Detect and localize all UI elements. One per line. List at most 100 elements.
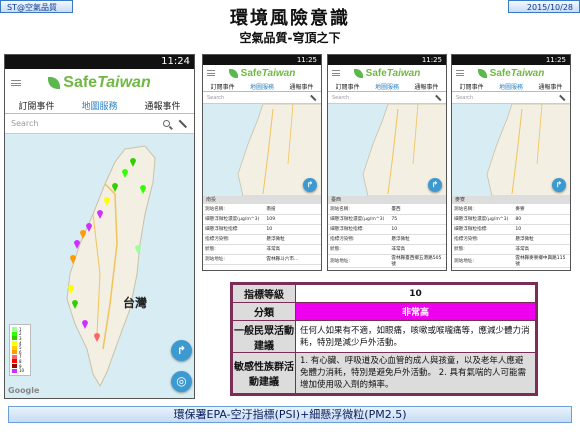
row-value: 任何人如果有不適，如眼痛，咳嗽或喉嚨痛等，應減少體力消耗，特別是減少戶外活動。 bbox=[295, 320, 536, 353]
station-marker[interactable] bbox=[140, 185, 146, 194]
station-marker[interactable] bbox=[70, 255, 76, 264]
search-bar[interactable]: Search bbox=[452, 92, 570, 104]
station-marker[interactable] bbox=[97, 210, 103, 219]
tab-map[interactable]: 地圖服務 bbox=[491, 82, 530, 91]
tab-map[interactable]: 地圖服務 bbox=[242, 82, 281, 91]
field-label: 細懸浮微粒濃度(μg/m^3) bbox=[328, 214, 390, 225]
status-time: 11:25 bbox=[545, 56, 566, 64]
legend-item: 10 bbox=[12, 368, 28, 373]
table-row: 指標等級 10 bbox=[232, 284, 536, 303]
tab-bar: 訂閱事件 地圖服務 通報事件 bbox=[328, 81, 446, 92]
field-value: 非常高 bbox=[264, 244, 321, 255]
app-brand: SafeTaiwan bbox=[63, 74, 151, 91]
menu-icon[interactable] bbox=[207, 70, 215, 76]
field-value: 南投 bbox=[264, 204, 321, 215]
no-signal-icon[interactable] bbox=[435, 94, 442, 101]
search-input[interactable]: Search bbox=[11, 119, 163, 128]
station-marker[interactable] bbox=[80, 230, 86, 239]
search-icon[interactable] bbox=[163, 120, 170, 127]
search-bar[interactable]: Search bbox=[203, 92, 321, 104]
table-row: 測站名稱: 麥寮 bbox=[452, 204, 570, 215]
table-row: 一般民眾活動建議 任何人如果有不適，如眼痛，咳嗽或喉嚨痛等，應減少體力消耗，特別… bbox=[232, 320, 536, 353]
no-signal-icon[interactable] bbox=[310, 94, 317, 101]
legend-swatch bbox=[12, 354, 17, 359]
field-value: 10 bbox=[264, 224, 321, 235]
menu-icon[interactable] bbox=[332, 70, 340, 76]
field-value: 臺西 bbox=[389, 204, 446, 215]
field-value: 80 bbox=[513, 214, 570, 225]
row-value: 非常高 bbox=[295, 302, 536, 321]
tab-report[interactable]: 通報事件 bbox=[407, 82, 446, 91]
search-input[interactable]: Search bbox=[332, 95, 427, 101]
station-marker[interactable] bbox=[68, 285, 74, 294]
legend-swatch bbox=[12, 336, 17, 341]
menu-icon[interactable] bbox=[11, 80, 21, 86]
search-bar[interactable]: Search bbox=[328, 92, 446, 104]
tab-subscribe[interactable]: 訂閱事件 bbox=[452, 82, 491, 91]
tab-bar: 訂閱事件 地圖服務 通報事件 bbox=[203, 81, 321, 92]
search-bar[interactable]: Search bbox=[5, 114, 194, 134]
map-view[interactable]: ↱ bbox=[328, 104, 446, 196]
field-label: 細懸浮微粒指標: bbox=[452, 224, 514, 235]
search-input[interactable]: Search bbox=[456, 95, 551, 101]
station-marker[interactable] bbox=[86, 223, 92, 232]
station-marker[interactable] bbox=[72, 300, 78, 309]
station-region: 臺西 bbox=[328, 196, 446, 204]
row-value: 10 bbox=[295, 284, 536, 303]
slide-tag-left: ST@空氣品質 bbox=[0, 0, 73, 13]
field-label: 細懸浮微粒濃度(μg/m^3) bbox=[203, 214, 265, 225]
google-logo: Google bbox=[8, 386, 40, 395]
tab-report[interactable]: 通報事件 bbox=[131, 99, 194, 112]
station-marker[interactable] bbox=[82, 320, 88, 329]
leaf-logo-icon bbox=[48, 77, 61, 89]
legend-swatch bbox=[12, 359, 17, 364]
tab-report[interactable]: 通報事件 bbox=[282, 82, 321, 91]
tab-subscribe[interactable]: 訂閱事件 bbox=[5, 99, 68, 112]
row-label: 指標等級 bbox=[232, 284, 296, 303]
station-marker[interactable] bbox=[94, 333, 100, 342]
station-marker[interactable] bbox=[135, 245, 141, 254]
field-label: 測站地址: bbox=[452, 254, 514, 268]
no-signal-icon[interactable] bbox=[178, 119, 188, 128]
table-row: 細懸浮微粒濃度(μg/m^3) 109 bbox=[203, 214, 321, 225]
share-button[interactable]: ↱ bbox=[552, 178, 566, 192]
slide-footer: 環保署EPA-空汙指標(PSI)+細懸浮微粒(PM2.5) bbox=[8, 406, 572, 423]
field-label: 測站地址: bbox=[328, 254, 390, 268]
field-value: 麥寮 bbox=[513, 204, 570, 215]
no-signal-icon[interactable] bbox=[559, 94, 566, 101]
slide-title: 環境風險意識 bbox=[230, 8, 350, 29]
row-label: 分類 bbox=[232, 302, 296, 321]
share-button[interactable]: ↱ bbox=[303, 178, 317, 192]
field-label: 細懸浮微粒指標: bbox=[328, 224, 390, 235]
tab-report[interactable]: 通報事件 bbox=[531, 82, 570, 91]
station-marker[interactable] bbox=[122, 169, 128, 178]
app-brand: SafeTaiwan bbox=[240, 67, 296, 79]
field-value: 雲林縣斗六市... bbox=[264, 254, 321, 265]
tab-bar: 訂閱事件 地圖服務 通報事件 bbox=[452, 81, 570, 92]
tab-subscribe[interactable]: 訂閱事件 bbox=[203, 82, 242, 91]
legend-swatch bbox=[12, 341, 17, 346]
search-input[interactable]: Search bbox=[207, 95, 302, 101]
map-view[interactable]: ↱ bbox=[203, 104, 321, 196]
locate-button[interactable]: ◎ bbox=[171, 371, 192, 392]
map-view[interactable]: 台灣 1 2 3 4 5 6 7 8 9 10 ↱ ◎ Google bbox=[5, 134, 194, 398]
tab-map[interactable]: 地圖服務 bbox=[68, 99, 131, 112]
station-marker[interactable] bbox=[74, 240, 80, 249]
field-label: 測站名稱: bbox=[203, 204, 265, 215]
legend-swatch bbox=[12, 331, 17, 336]
menu-icon[interactable] bbox=[456, 70, 464, 76]
leaf-logo-icon bbox=[477, 68, 487, 78]
large-phone-screenshot: 11:24 SafeTaiwan 訂閱事件 地圖服務 通報事件 Search 台… bbox=[4, 54, 195, 399]
station-marker[interactable] bbox=[104, 197, 110, 206]
field-label: 狀態: bbox=[328, 244, 390, 255]
share-button[interactable]: ↱ bbox=[171, 340, 192, 361]
tab-subscribe[interactable]: 訂閱事件 bbox=[328, 82, 367, 91]
station-info-panel: 測站名稱: 臺西 細懸浮微粒濃度(μg/m^3) 75 細懸浮微粒指標: 10 指標污染物:… bbox=[328, 204, 446, 268]
field-value: 懸浮微粒 bbox=[389, 234, 446, 245]
small-phone-screenshot: 11:25 SafeTaiwan 訂閱事件 地圖服務 通報事件 Search ↱ 南投 測站名稱… bbox=[202, 54, 322, 271]
tab-map[interactable]: 地圖服務 bbox=[367, 82, 406, 91]
station-marker[interactable] bbox=[130, 158, 136, 167]
map-view[interactable]: ↱ bbox=[452, 104, 570, 196]
share-button[interactable]: ↱ bbox=[428, 178, 442, 192]
station-marker[interactable] bbox=[112, 183, 118, 192]
